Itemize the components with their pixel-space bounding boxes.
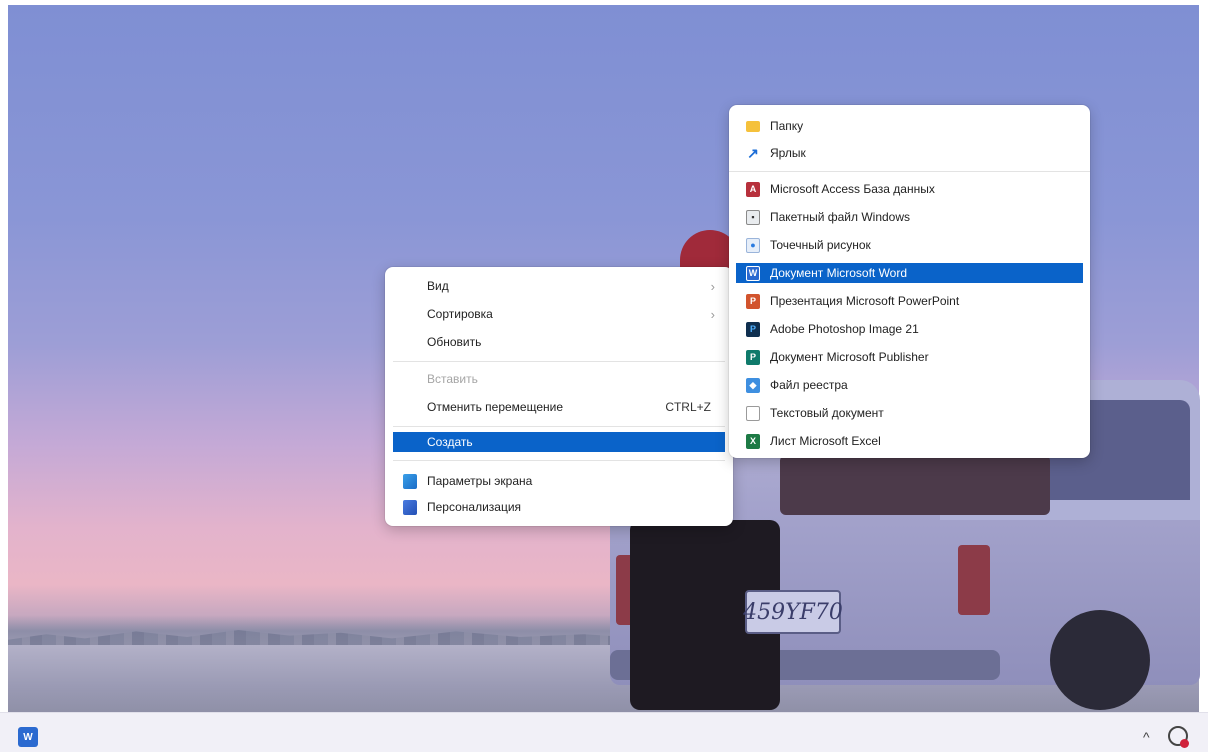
notification-dot (1180, 739, 1189, 748)
submenu-item-label: Презентация Microsoft PowerPoint (770, 294, 960, 308)
wallpaper-tail-light (958, 545, 990, 615)
folder-icon (746, 120, 760, 132)
word-icon: W (746, 265, 760, 281)
submenu-item-powerpoint[interactable]: P Презентация Microsoft PowerPoint (736, 290, 1083, 312)
taskbar: W ^ (0, 712, 1208, 752)
submenu-item-label: Лист Microsoft Excel (770, 434, 881, 448)
menu-item-label: Параметры экрана (427, 474, 533, 488)
menu-item-new[interactable]: Создать (393, 432, 725, 452)
submenu-item-publisher[interactable]: P Документ Microsoft Publisher (736, 346, 1083, 368)
submenu-item-label: Документ Microsoft Word (770, 266, 908, 280)
menu-separator (393, 426, 725, 427)
menu-item-personalization[interactable]: Персонализация (393, 496, 725, 518)
submenu-item-folder[interactable]: Папку (736, 115, 1083, 137)
menu-item-sort[interactable]: Сортировка › (393, 303, 725, 325)
menu-item-display-settings[interactable]: Параметры экрана (393, 470, 725, 492)
access-icon: A (746, 181, 760, 197)
shortcut-arrow-icon: ↗ (747, 144, 759, 161)
display-settings-icon (403, 473, 417, 489)
menu-item-label: Вид (427, 279, 449, 293)
submenu-item-label: Текстовый документ (770, 406, 884, 420)
submenu-item-label: Пакетный файл Windows (770, 210, 911, 224)
submenu-item-word[interactable]: W Документ Microsoft Word (736, 263, 1083, 283)
submenu-item-bitmap[interactable]: ● Точечный рисунок (736, 234, 1083, 256)
menu-separator (393, 460, 725, 461)
registry-icon: ◆ (746, 377, 760, 393)
batch-file-icon: ▪ (746, 209, 760, 225)
menu-item-label: Персонализация (427, 500, 522, 514)
submenu-item-label: Папку (770, 119, 804, 133)
submenu-item-excel[interactable]: X Лист Microsoft Excel (736, 430, 1083, 452)
word-icon[interactable]: W (18, 727, 38, 747)
submenu-item-photoshop[interactable]: P Adobe Photoshop Image 21 (736, 318, 1083, 340)
wallpaper-wheel (1050, 610, 1150, 710)
submenu-item-access[interactable]: A Microsoft Access База данных (736, 178, 1083, 200)
photoshop-icon: P (746, 321, 760, 337)
submenu-item-label: Точечный рисунок (770, 238, 871, 252)
submenu-item-label: Adobe Photoshop Image 21 (770, 322, 919, 336)
menu-item-label: Отменить перемещение (427, 400, 564, 414)
submenu-item-text[interactable]: Текстовый документ (736, 402, 1083, 424)
menu-item-refresh[interactable]: Обновить (393, 331, 725, 353)
submenu-item-registry[interactable]: ◆ Файл реестра (736, 374, 1083, 396)
wallpaper-car-trunk (780, 455, 1050, 515)
chevron-right-icon: › (710, 306, 715, 322)
submenu-item-label: Microsoft Access База данных (770, 182, 935, 196)
license-plate: 459YF70 (743, 590, 843, 634)
menu-item-label: Создать (427, 435, 473, 449)
powerpoint-icon: P (746, 293, 760, 309)
submenu-item-shortcut[interactable]: ↗ Ярлык (736, 142, 1083, 164)
text-document-icon (746, 405, 760, 421)
menu-item-label: Вставить (427, 372, 478, 386)
submenu-item-label: Файл реестра (770, 378, 848, 392)
chevron-right-icon: › (710, 278, 715, 294)
submenu-item-label: Ярлык (770, 146, 806, 160)
submenu-item-label: Документ Microsoft Publisher (770, 350, 929, 364)
new-item-submenu: Папку ↗ Ярлык A Microsoft Access База да… (729, 105, 1090, 458)
menu-item-label: Сортировка (427, 307, 493, 321)
menu-item-label: Обновить (427, 335, 482, 349)
menu-separator (729, 171, 1090, 172)
bitmap-icon: ● (746, 237, 760, 253)
menu-item-paste: Вставить (393, 368, 725, 390)
menu-separator (393, 361, 725, 362)
tray-chevron-icon[interactable]: ^ (1143, 729, 1150, 745)
desktop-context-menu: Вид › Сортировка › Обновить Вставить Отм… (385, 267, 733, 526)
menu-item-view[interactable]: Вид › (393, 275, 725, 297)
publisher-icon: P (746, 349, 760, 365)
excel-icon: X (746, 433, 760, 449)
submenu-item-batch[interactable]: ▪ Пакетный файл Windows (736, 206, 1083, 228)
shortcut-label: CTRL+Z (665, 400, 711, 414)
personalization-icon (403, 499, 417, 515)
menu-item-undo-move[interactable]: Отменить перемещение CTRL+Z (393, 396, 725, 418)
